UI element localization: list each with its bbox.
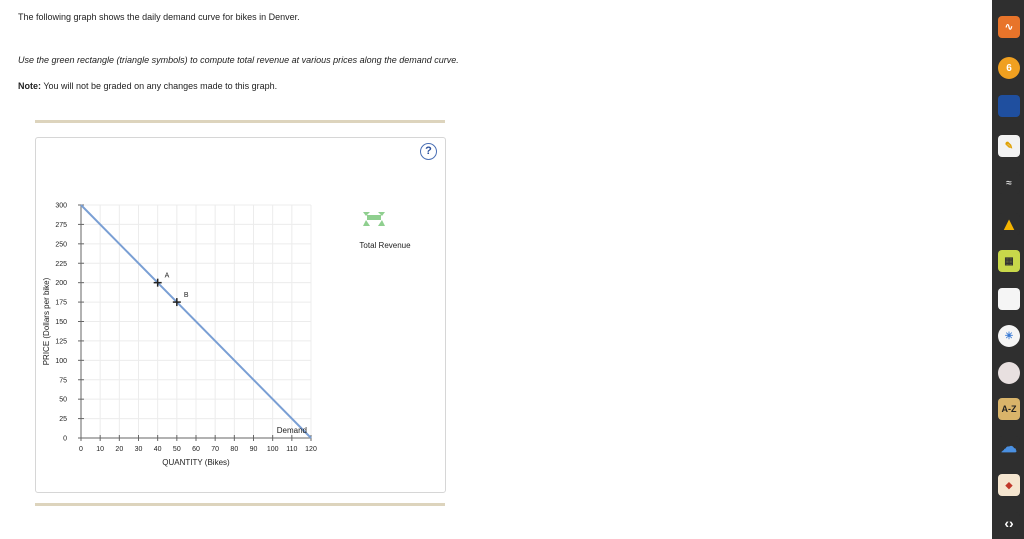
- y-tick-label: 75: [59, 377, 67, 384]
- instruction-line-1: The following graph shows the daily dema…: [18, 12, 300, 22]
- y-tick-label: 100: [55, 358, 67, 365]
- x-tick-label: 20: [115, 446, 123, 453]
- note-label: Note:: [18, 81, 41, 91]
- x-axis-title: QUANTITY (Bikes): [162, 458, 230, 467]
- graph-panel: ? 0 10 20 30 40 50 60 70 80 90 100 110 120 0 25 50 75 100…: [35, 137, 446, 493]
- bottom-divider: [35, 503, 445, 506]
- cy-icon[interactable]: ◆: [998, 474, 1020, 496]
- point-layer[interactable]: AB: [153, 273, 189, 307]
- note-text: You will not be graded on any changes ma…: [41, 81, 278, 91]
- x-tick-label: 110: [286, 446, 297, 453]
- y-tick-label: 50: [59, 397, 67, 404]
- x-tick-label: 50: [173, 446, 181, 453]
- x-tick-label: 90: [250, 446, 258, 453]
- tool-rect: [369, 215, 379, 220]
- chevron-icon[interactable]: ‹›: [998, 512, 1020, 534]
- x-tick-label: 100: [267, 446, 279, 453]
- instruction-line-2: Use the green rectangle (triangle symbol…: [18, 55, 459, 65]
- axes: [78, 204, 312, 441]
- y-tick-label: 175: [55, 300, 67, 307]
- x-tick-label: 40: [154, 446, 162, 453]
- top-divider: [35, 120, 445, 123]
- x-tick-label: 30: [135, 446, 143, 453]
- demand-curve-label: Demand: [277, 426, 307, 435]
- y-tick-label: 0: [63, 436, 67, 443]
- cloud-icon[interactable]: ☁: [998, 436, 1020, 458]
- x-tick-label: 10: [96, 446, 104, 453]
- y-tick-label: 200: [55, 280, 67, 287]
- badge-icon[interactable]: [998, 362, 1020, 384]
- document-icon[interactable]: [998, 288, 1020, 310]
- y-tick-label: 250: [55, 241, 67, 248]
- point-a-label: A: [165, 273, 170, 280]
- y-tick-label: 300: [55, 203, 67, 210]
- tick-labels: 0 10 20 30 40 50 60 70 80 90 100 110 120 0 25 50 75 100 12…: [55, 203, 317, 454]
- notepad-icon[interactable]: ✎: [998, 135, 1020, 157]
- tool-palette[interactable]: Total Revenue: [359, 212, 411, 250]
- y-axis-title: PRICE (Dollars per bike): [42, 277, 51, 365]
- x-tick-label: 80: [230, 446, 238, 453]
- six-icon[interactable]: 6: [998, 57, 1020, 79]
- az-icon[interactable]: A-Z: [998, 398, 1020, 420]
- grading-note: Note: You will not be graded on any chan…: [18, 81, 277, 91]
- cart-icon[interactable]: ▦: [998, 250, 1020, 272]
- tool-triangle-left-bottom: [363, 220, 370, 226]
- x-tick-label: 120: [305, 446, 317, 453]
- y-tick-label: 225: [55, 261, 67, 268]
- point-b-label: B: [184, 292, 189, 299]
- browser-extension-toolbar: ∿ 6 ✎ ≈ ▲ ▦ ☀ A-Z ☁ ◆ ‹›: [992, 0, 1024, 539]
- demand-graph[interactable]: 0 10 20 30 40 50 60 70 80 90 100 110 120 0 25 50 75 100 12…: [36, 138, 445, 492]
- x-tick-label: 60: [192, 446, 200, 453]
- y-tick-label: 125: [55, 338, 67, 345]
- y-tick-label: 150: [55, 319, 67, 326]
- rss-icon[interactable]: ∿: [998, 16, 1020, 38]
- book-icon[interactable]: [998, 95, 1020, 117]
- drive-icon[interactable]: ▲: [998, 213, 1020, 235]
- total-revenue-label: Total Revenue: [359, 241, 411, 250]
- y-tick-label: 275: [55, 222, 67, 229]
- sun-icon[interactable]: ☀: [998, 325, 1020, 347]
- x-tick-label: 0: [79, 446, 83, 453]
- sound-icon[interactable]: ≈: [998, 172, 1020, 194]
- y-tick-label: 25: [59, 416, 67, 423]
- tool-triangle-right-bottom: [378, 220, 385, 226]
- x-tick-label: 70: [211, 446, 219, 453]
